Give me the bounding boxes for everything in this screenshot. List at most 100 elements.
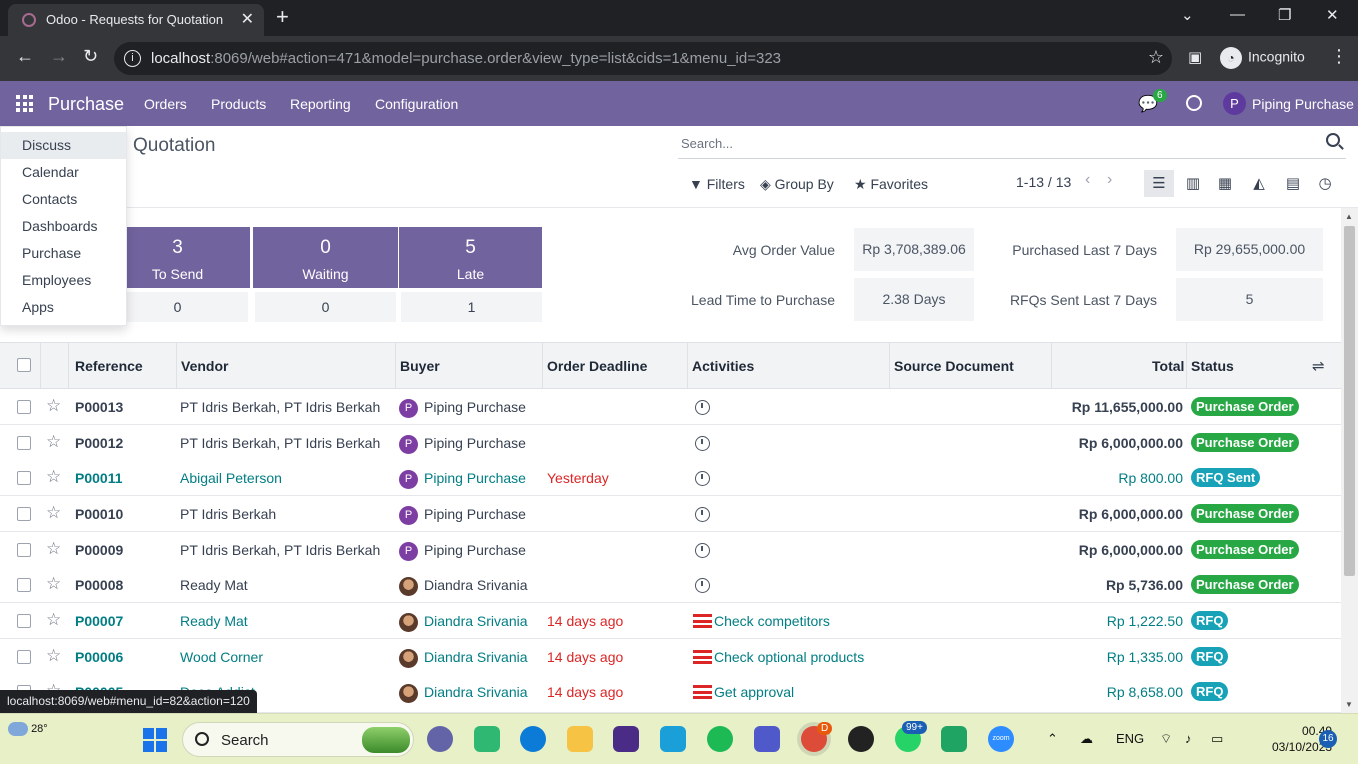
row-checkbox[interactable]: [17, 471, 31, 485]
browser-menu-icon[interactable]: ⋮: [1330, 46, 1348, 67]
user-avatar[interactable]: P: [1223, 92, 1246, 115]
late-sub[interactable]: 1: [401, 292, 542, 322]
priority-star-icon[interactable]: ☆: [46, 646, 61, 666]
vertical-scrollbar[interactable]: ▲ ▼: [1341, 208, 1358, 713]
app-brand[interactable]: Purchase: [48, 94, 124, 115]
row-checkbox[interactable]: [17, 614, 31, 628]
tray-chevron-icon[interactable]: ⌃: [1047, 731, 1058, 747]
dropdown-item-dashboards[interactable]: Dashboards: [1, 213, 126, 240]
menu-orders[interactable]: Orders: [144, 96, 187, 112]
table-row[interactable]: ☆ P00008 Ready Mat Diandra Srivania Rp 5…: [0, 567, 1341, 603]
waiting-tile[interactable]: 0 Waiting: [253, 227, 398, 288]
tab-search-chevron-icon[interactable]: ⌄: [1181, 6, 1194, 24]
table-row[interactable]: ☆ P00006 Wood Corner Diandra Srivania 14…: [0, 639, 1341, 675]
back-icon[interactable]: ←: [16, 46, 34, 67]
reload-icon[interactable]: ↻: [83, 46, 98, 67]
activity-todo-icon[interactable]: [693, 685, 712, 699]
scroll-thumb[interactable]: [1344, 226, 1355, 576]
new-tab-icon[interactable]: +: [276, 4, 289, 30]
priority-star-icon[interactable]: ☆: [46, 467, 61, 487]
waiting-sub[interactable]: 0: [255, 292, 396, 322]
activity-clock-icon[interactable]: [695, 507, 710, 522]
col-source-document[interactable]: Source Document: [894, 358, 1014, 374]
priority-star-icon[interactable]: ☆: [46, 396, 61, 416]
activity-clock-icon[interactable]: [1186, 95, 1202, 111]
activity-view-icon[interactable]: ◷: [1316, 174, 1334, 192]
user-name[interactable]: Piping Purchase: [1252, 96, 1354, 112]
battery-icon[interactable]: ▭: [1211, 731, 1223, 747]
row-checkbox[interactable]: [17, 400, 31, 414]
file-explorer-icon[interactable]: [567, 726, 593, 752]
activity-todo-icon[interactable]: [693, 650, 712, 664]
row-checkbox[interactable]: [17, 650, 31, 664]
activity-summary[interactable]: Get approval: [714, 684, 794, 700]
select-all-checkbox[interactable]: [17, 358, 31, 372]
priority-star-icon[interactable]: ☆: [46, 503, 61, 523]
col-status[interactable]: Status: [1191, 358, 1234, 374]
dropdown-item-apps[interactable]: Apps: [1, 294, 126, 321]
address-bar[interactable]: i localhost:8069/web#action=471&model=pu…: [114, 42, 1172, 75]
line-app-icon[interactable]: [474, 726, 500, 752]
app-green-icon[interactable]: [941, 726, 967, 752]
menu-reporting[interactable]: Reporting: [290, 96, 351, 112]
restore-icon[interactable]: ❐: [1278, 6, 1291, 24]
taskbar-search[interactable]: Search: [182, 722, 414, 757]
row-checkbox[interactable]: [17, 507, 31, 521]
weather-widget[interactable]: 28°: [8, 722, 48, 736]
dropdown-item-calendar[interactable]: Calendar: [1, 159, 126, 186]
pager-value[interactable]: 1-13 / 13: [1016, 174, 1071, 190]
search-icon[interactable]: [1326, 133, 1340, 147]
to-send-sub[interactable]: 0: [107, 292, 248, 322]
media-player-icon[interactable]: [848, 726, 874, 752]
tab-close-icon[interactable]: ✕: [241, 9, 254, 29]
activity-todo-icon[interactable]: [693, 614, 712, 628]
scroll-up-icon[interactable]: ▲: [1345, 212, 1353, 221]
site-info-icon[interactable]: i: [124, 50, 141, 67]
app-l-icon[interactable]: [660, 726, 686, 752]
close-window-icon[interactable]: ✕: [1326, 6, 1339, 24]
optional-columns-icon[interactable]: ⇌: [1312, 357, 1325, 375]
teams-icon[interactable]: [754, 726, 780, 752]
favorites-button[interactable]: ★ Favorites: [854, 176, 928, 193]
col-order-deadline[interactable]: Order Deadline: [547, 358, 647, 374]
group-by-button[interactable]: ◈ Group By: [760, 176, 834, 193]
edge-icon[interactable]: [520, 726, 546, 752]
col-total[interactable]: Total: [1152, 358, 1184, 374]
graph-view-icon[interactable]: ◭: [1250, 174, 1268, 192]
calendar-view-icon[interactable]: ▤: [1284, 174, 1302, 192]
col-reference[interactable]: Reference: [75, 358, 143, 374]
start-button-icon[interactable]: [143, 728, 167, 752]
priority-star-icon[interactable]: ☆: [46, 539, 61, 559]
row-checkbox[interactable]: [17, 578, 31, 592]
table-row[interactable]: ☆ P00012 PT Idris Berkah, PT Idris Berka…: [0, 425, 1341, 461]
activity-clock-icon[interactable]: [695, 471, 710, 486]
bookmark-star-icon[interactable]: ☆: [1148, 47, 1164, 68]
table-row[interactable]: ☆ P00011 Abigail Peterson P Piping Purch…: [0, 460, 1341, 496]
app-menu-grid-icon[interactable]: [16, 95, 33, 112]
url-text[interactable]: localhost:8069/web#action=471&model=purc…: [151, 50, 781, 67]
dropdown-item-employees[interactable]: Employees: [1, 267, 126, 294]
dropdown-item-discuss[interactable]: Discuss: [1, 132, 126, 159]
menu-products[interactable]: Products: [211, 96, 266, 112]
incognito-indicator[interactable]: ◔ Incognito: [1220, 47, 1305, 69]
pager-next-icon[interactable]: ›: [1107, 171, 1112, 189]
col-activities[interactable]: Activities: [692, 358, 754, 374]
list-view-icon[interactable]: ☰: [1144, 170, 1174, 197]
activity-clock-icon[interactable]: [695, 578, 710, 593]
activity-clock-icon[interactable]: [695, 436, 710, 451]
pivot-view-icon[interactable]: ▦: [1216, 174, 1234, 192]
table-row[interactable]: ☆ P00010 PT Idris Berkah P Piping Purcha…: [0, 496, 1341, 532]
priority-star-icon[interactable]: ☆: [46, 574, 61, 594]
row-checkbox[interactable]: [17, 436, 31, 450]
late-tile[interactable]: 5 Late: [399, 227, 542, 288]
store-icon[interactable]: [613, 726, 639, 752]
spotify-icon[interactable]: [707, 726, 733, 752]
priority-star-icon[interactable]: ☆: [46, 610, 61, 630]
col-buyer[interactable]: Buyer: [400, 358, 440, 374]
minimize-icon[interactable]: —: [1230, 6, 1245, 23]
dropdown-item-contacts[interactable]: Contacts: [1, 186, 126, 213]
activity-clock-icon[interactable]: [695, 400, 710, 415]
table-row[interactable]: ☆ P00007 Ready Mat Diandra Srivania 14 d…: [0, 603, 1341, 639]
forward-icon[interactable]: →: [50, 46, 68, 67]
volume-icon[interactable]: ♪: [1185, 731, 1192, 746]
